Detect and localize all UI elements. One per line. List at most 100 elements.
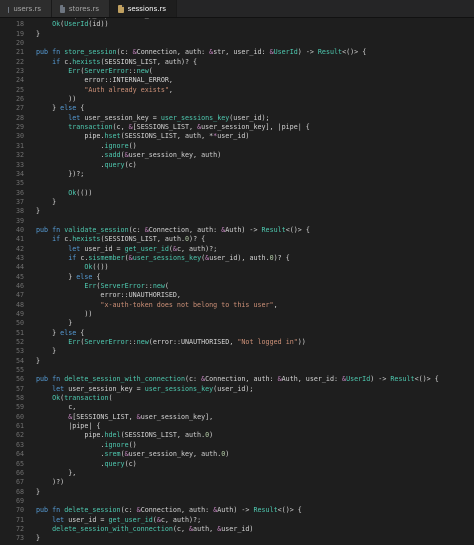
code-line: 23 Err(ServerError::new( <box>0 67 474 76</box>
code-token: let <box>68 113 85 122</box>
code-token: )? { <box>273 253 290 262</box>
code-token: Ok <box>52 20 61 29</box>
code-token: if <box>68 253 81 262</box>
file-icon <box>7 4 10 13</box>
code-line: 42 let user_id = get_user_id(&c, auth)?; <box>0 245 474 254</box>
code-token: (c: <box>128 225 145 234</box>
code-token: (SESSIONS_LIST, auth, * <box>120 132 214 141</box>
code-token: ignore <box>104 440 129 449</box>
code-token: get_user_id <box>124 244 169 253</box>
code-line: 65 .query(c) <box>0 460 474 469</box>
code-line: 41 if c.hexists(SESSIONS_LIST, auth.0)? … <box>0 235 474 244</box>
code-token: pub fn <box>36 225 65 234</box>
code-token: } <box>36 534 41 543</box>
code-token: ) -> <box>297 48 318 57</box>
code-token: transaction <box>68 123 113 132</box>
code-line: 18 Ok(UserId(id)) <box>0 20 474 29</box>
tab-sessions-rs[interactable]: sessions.rs <box>110 0 177 17</box>
code-token: c, auth)?; <box>176 244 218 253</box>
tab-stores-rs[interactable]: stores.rs <box>52 0 110 17</box>
line-number: 29 <box>15 123 24 132</box>
code-line: 67 )?) <box>0 478 474 487</box>
code-token: sadd <box>104 151 121 160</box>
line-number: 43 <box>15 253 24 262</box>
code-text: if c.hexists(SESSIONS_LIST, auth.0)? { <box>36 235 205 244</box>
code-token: ( <box>148 67 153 76</box>
code-line: 31 .ignore() <box>0 142 474 151</box>
file-icon <box>118 4 124 13</box>
code-token: () <box>128 141 137 150</box>
code-line: 38} <box>0 207 474 216</box>
code-token: if <box>52 235 65 244</box>
code-token: )? { <box>189 235 206 244</box>
code-token: validate_session <box>64 225 129 234</box>
code-text: pipe.hdel(SESSIONS_LIST, auth.0) <box>36 431 213 440</box>
code-token: [SESSIONS_LIST, <box>132 123 198 132</box>
code-text: } else { <box>36 104 84 113</box>
code-token: Err <box>84 281 97 290</box>
line-number: 33 <box>15 160 24 169</box>
code-token: user_session_key = <box>68 384 145 393</box>
code-text: }, <box>36 469 76 478</box>
code-token: pipe. <box>36 132 105 141</box>
code-token: . <box>36 160 105 169</box>
code-line: 69 <box>0 497 474 506</box>
file-icon <box>60 4 65 13</box>
line-number: 20 <box>15 39 24 48</box>
code-token: , <box>168 85 173 94</box>
code-token: ( <box>108 394 113 403</box>
code-line: 37 } <box>0 198 474 207</box>
code-token: new <box>136 67 149 76</box>
code-line: 58 Ok(transaction( <box>0 394 474 403</box>
code-token: pipe. <box>36 431 105 440</box>
line-number: 66 <box>15 468 24 477</box>
code-text: if c.hexists(SESSIONS_LIST, auth)? { <box>36 58 197 67</box>
code-token: delete_session_with_connection <box>52 524 173 533</box>
code-text: |pipe| { <box>36 422 100 431</box>
code-token: else <box>76 272 93 281</box>
code-token: srem <box>104 450 121 459</box>
code-token: ) -> <box>370 375 391 384</box>
code-text: pub fn validate_session(c: &Connection, … <box>36 226 310 235</box>
line-number: 23 <box>15 67 24 76</box>
line-number: 48 <box>15 300 24 309</box>
code-token: } <box>36 356 41 365</box>
code-token: c, <box>36 403 77 412</box>
code-token: Result <box>390 375 415 384</box>
code-token: "Not logged in" <box>237 338 298 347</box>
code-token: error::INTERNAL_ERROR, <box>36 76 173 85</box>
line-number: 47 <box>15 291 24 300</box>
code-token: (SESSIONS_LIST, auth. <box>100 235 186 244</box>
code-token: } <box>36 197 57 206</box>
code-token: Err <box>68 67 81 76</box>
code-token: "x-auth-token does not belong to this us… <box>100 300 274 309</box>
line-number: 69 <box>15 496 24 505</box>
line-number: 44 <box>15 263 24 272</box>
code-token: (c: <box>184 375 202 384</box>
code-token: } <box>36 319 73 328</box>
code-token: pub fn <box>36 506 65 515</box>
code-line: 34 })?; <box>0 170 474 179</box>
line-number: 31 <box>15 141 24 150</box>
code-token: <()> { <box>414 375 439 384</box>
code-line: 68} <box>0 488 474 497</box>
code-text: Err(ServerError::new(error::UNAUTHORISED… <box>36 338 306 347</box>
code-token: { <box>76 328 85 337</box>
code-token: ServerError <box>84 67 129 76</box>
code-line: 29 transaction(c, &[SESSIONS_LIST, &user… <box>0 123 474 132</box>
code-token: } <box>36 347 57 356</box>
tab-users-rs[interactable]: users.rs <box>0 0 52 17</box>
code-line: 50 } <box>0 319 474 328</box>
code-text: let user_session_key = user_sessions_key… <box>36 113 269 123</box>
code-token: } <box>36 207 41 216</box>
code-editor[interactable]: 17 .query_map(SESSIONS_LIST, ...)?;18 Ok… <box>0 18 474 545</box>
code-text: transaction(c, &[SESSIONS_LIST, &user_se… <box>36 123 310 132</box>
code-token: user_session_key], <box>140 412 214 421</box>
line-number: 49 <box>15 310 24 318</box>
code-token: c, auth)?; <box>160 515 202 524</box>
code-text: .srem(&user_session_key, auth.0) <box>36 450 229 459</box>
line-number: 58 <box>15 394 24 403</box>
